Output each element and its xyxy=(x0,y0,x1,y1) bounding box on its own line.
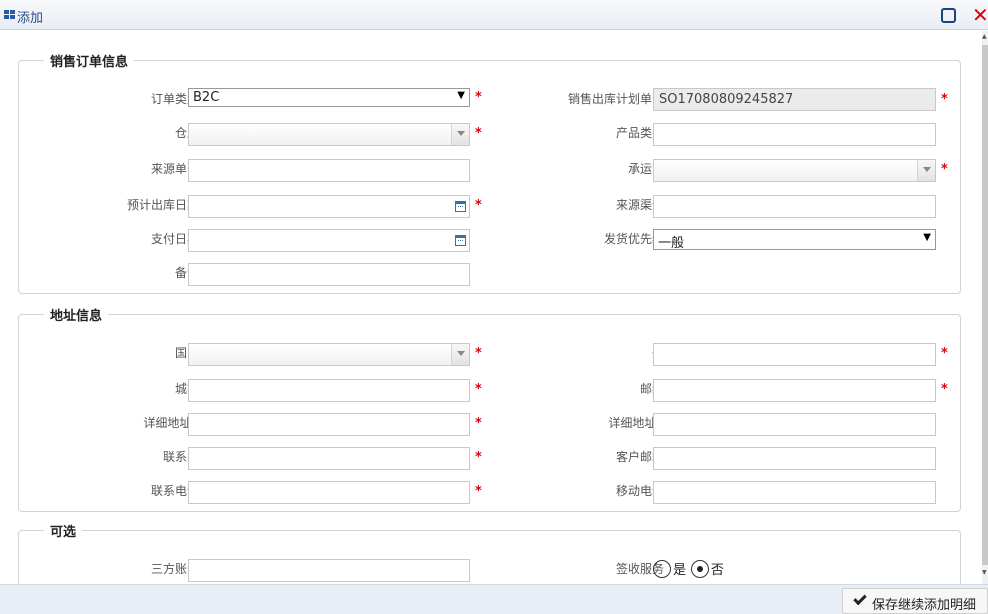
grid-icon xyxy=(4,10,16,20)
required-mark: * xyxy=(475,484,482,499)
combo-arrow-icon[interactable] xyxy=(917,160,935,181)
ship-priority-label: 发货优先级 xyxy=(603,232,664,246)
product-category-label: 产品类别 xyxy=(615,126,664,140)
address-legend: 地址信息 xyxy=(50,309,103,324)
plan-no-value: SO17080809245827 xyxy=(659,92,794,107)
email-input[interactable] xyxy=(653,447,936,470)
address1-input[interactable] xyxy=(188,413,470,436)
signature-service-radios: 是 否 xyxy=(653,559,725,578)
combo-arrow-icon[interactable] xyxy=(451,124,469,145)
address-section: 地址信息 国家 * 州 * 城市 * 邮编 * 详细地址1 * 详细地址2 xyxy=(18,305,961,512)
ship-priority-value: 一般 xyxy=(658,236,685,250)
expected-out-date-input[interactable] xyxy=(188,195,470,218)
country-combo[interactable] xyxy=(188,343,470,366)
contact-label: 联系人 xyxy=(162,450,199,464)
third-party-account-label: 三方账号 xyxy=(150,562,199,576)
third-party-account-input[interactable] xyxy=(188,559,470,582)
sales-order-legend: 销售订单信息 xyxy=(50,55,129,70)
radio-yes[interactable] xyxy=(653,559,671,578)
required-mark: * xyxy=(475,126,482,141)
calendar-icon[interactable] xyxy=(455,201,466,212)
source-channel-input[interactable] xyxy=(653,195,936,218)
carrier-combo[interactable] xyxy=(653,159,936,182)
mobile-input[interactable] xyxy=(653,481,936,504)
close-icon[interactable]: ✕ xyxy=(972,5,988,25)
source-no-input[interactable] xyxy=(188,159,470,182)
state-label: 州 xyxy=(514,344,664,361)
optional-legend: 可选 xyxy=(50,525,77,540)
dropdown-arrow-icon: ▼ xyxy=(457,90,465,101)
optional-section: 可选 三方账号 签收服务 是 否 xyxy=(18,521,961,584)
contact-input[interactable] xyxy=(188,447,470,470)
source-no-label: 来源单号 xyxy=(150,162,199,176)
required-mark: * xyxy=(475,416,482,431)
required-mark: * xyxy=(941,92,948,107)
phone-input[interactable] xyxy=(188,481,470,504)
required-mark: * xyxy=(475,450,482,465)
window-titlebar: 添加 ✕ xyxy=(0,0,988,30)
order-type-select[interactable]: B2C ▼ xyxy=(188,88,470,107)
maximize-icon[interactable] xyxy=(941,8,956,23)
city-label: 城市 xyxy=(174,382,199,396)
city-input[interactable] xyxy=(188,379,470,402)
required-mark: * xyxy=(475,198,482,213)
required-mark: * xyxy=(941,162,948,177)
scroll-down-icon[interactable]: ▼ xyxy=(982,569,987,576)
address2-label: 详细地址2 xyxy=(608,416,664,430)
radio-yes-label: 是 xyxy=(673,563,687,578)
remark-input[interactable] xyxy=(188,263,470,286)
ship-priority-select[interactable]: 一般 ▼ xyxy=(653,229,936,250)
sales-order-section: 销售订单信息 订单类型 B2C ▼ * 销售出库计划单号 SO170808092… xyxy=(18,51,961,294)
address1-label: 详细地址1 xyxy=(143,416,199,430)
save-continue-button[interactable]: 保存继续添加明细 xyxy=(842,588,988,614)
required-mark: * xyxy=(941,346,948,361)
remark-label: 备注 xyxy=(174,266,199,280)
phone-label: 联系电话 xyxy=(150,484,199,498)
plan-no-label: 销售出库计划单号 xyxy=(567,92,664,106)
warehouse-label: 仓库 xyxy=(174,126,199,140)
mobile-label: 移动电话 xyxy=(615,484,664,498)
postcode-input[interactable] xyxy=(653,379,936,402)
pay-date-input[interactable] xyxy=(188,229,470,252)
expected-out-date-label: 预计出库日期 xyxy=(126,198,199,212)
warehouse-combo[interactable] xyxy=(188,123,470,146)
calendar-icon[interactable] xyxy=(455,235,466,246)
dropdown-arrow-icon: ▼ xyxy=(923,232,931,243)
vertical-scrollbar[interactable]: ▲ ▼ xyxy=(982,31,988,584)
order-type-label: 订单类型 xyxy=(150,92,199,106)
dialog-footer: 保存继续添加明细 xyxy=(0,584,988,614)
scrollbar-thumb[interactable] xyxy=(982,45,988,565)
combo-arrow-icon[interactable] xyxy=(451,344,469,365)
postcode-label: 邮编 xyxy=(639,382,664,396)
check-icon xyxy=(853,591,867,606)
pay-date-label: 支付日期 xyxy=(150,232,199,246)
required-mark: * xyxy=(941,382,948,397)
product-category-input[interactable] xyxy=(653,123,936,146)
order-type-value: B2C xyxy=(193,90,220,105)
signature-service-label: 签收服务 xyxy=(615,562,664,576)
scroll-up-icon[interactable]: ▲ xyxy=(982,33,987,40)
radio-no-label: 否 xyxy=(710,563,724,578)
country-label: 国家 xyxy=(174,346,199,360)
address2-input[interactable] xyxy=(653,413,936,436)
radio-no[interactable] xyxy=(690,559,709,578)
window-title: 添加 xyxy=(17,11,44,26)
required-mark: * xyxy=(475,382,482,397)
email-label: 客户邮箱 xyxy=(615,450,664,464)
state-input[interactable] xyxy=(653,343,936,366)
dialog-content: 销售订单信息 订单类型 B2C ▼ * 销售出库计划单号 SO170808092… xyxy=(0,31,982,584)
carrier-label: 承运商 xyxy=(627,162,664,176)
save-continue-label: 保存继续添加明细 xyxy=(872,598,977,613)
required-mark: * xyxy=(475,346,482,361)
plan-no-field: SO17080809245827 xyxy=(653,88,936,111)
required-mark: * xyxy=(475,90,482,105)
source-channel-label: 来源渠道 xyxy=(615,198,664,212)
